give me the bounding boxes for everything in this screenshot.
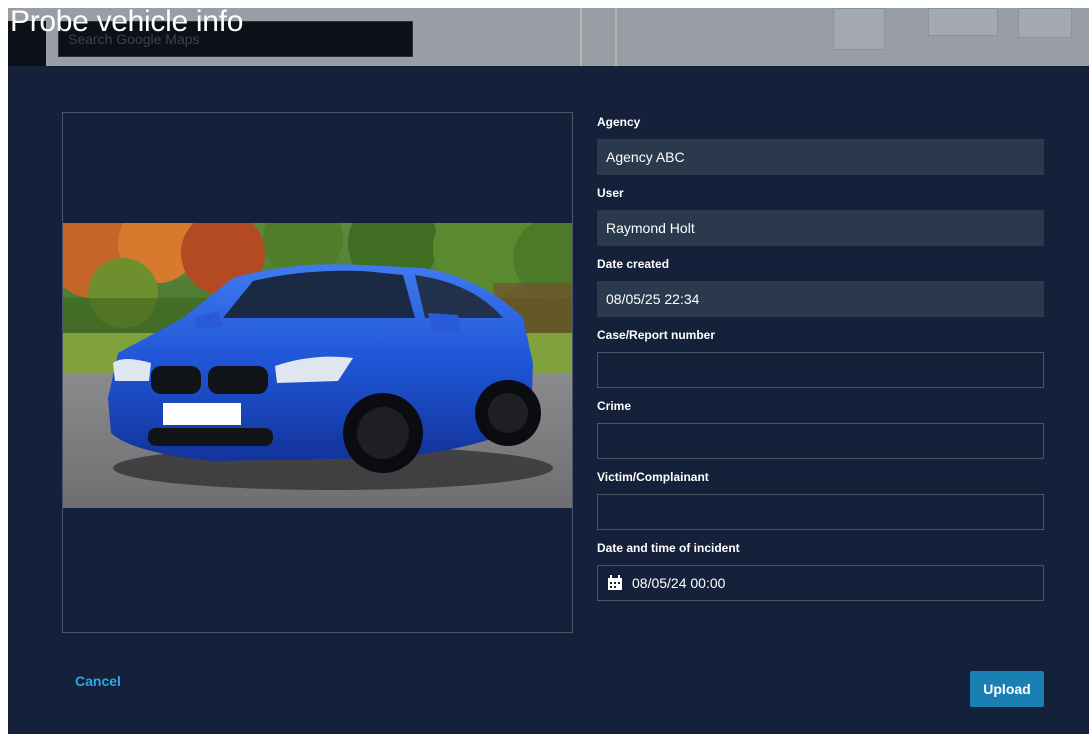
upload-button[interactable]: Upload — [970, 671, 1044, 707]
image-preview-panel — [62, 112, 573, 633]
case-number-label: Case/Report number — [597, 328, 716, 342]
user-field: Raymond Holt — [597, 210, 1044, 246]
calendar-icon[interactable] — [607, 575, 623, 591]
victim-label: Victim/Complainant — [597, 470, 709, 484]
date-created-field: 08/05/25 22:34 — [597, 281, 1044, 317]
incident-datetime-label: Date and time of incident — [597, 541, 740, 555]
crime-label: Crime — [597, 399, 632, 413]
agency-field: Agency ABC — [597, 139, 1044, 175]
agency-value: Agency ABC — [606, 149, 685, 165]
map-building — [833, 8, 885, 50]
map-road — [615, 8, 617, 66]
incident-datetime-value: 08/05/24 00:00 — [632, 575, 726, 591]
incident-datetime-input[interactable]: 08/05/24 00:00 — [597, 565, 1044, 601]
date-created-label: Date created — [597, 257, 670, 271]
case-number-input[interactable] — [597, 352, 1044, 388]
map-road — [580, 8, 582, 66]
map-building — [1018, 8, 1072, 38]
user-label: User — [597, 186, 624, 200]
date-created-value: 08/05/25 22:34 — [606, 291, 700, 307]
user-value: Raymond Holt — [606, 220, 695, 236]
crime-input[interactable] — [597, 423, 1044, 459]
cancel-button[interactable]: Cancel — [75, 673, 121, 689]
page-title: Probe vehicle info — [10, 8, 244, 38]
map-building — [928, 8, 998, 36]
agency-label: Agency — [597, 115, 641, 129]
vehicle-photo — [63, 223, 572, 508]
modal-panel: Search Google Maps Probe vehicle info Ag… — [8, 8, 1089, 734]
victim-input[interactable] — [597, 494, 1044, 530]
